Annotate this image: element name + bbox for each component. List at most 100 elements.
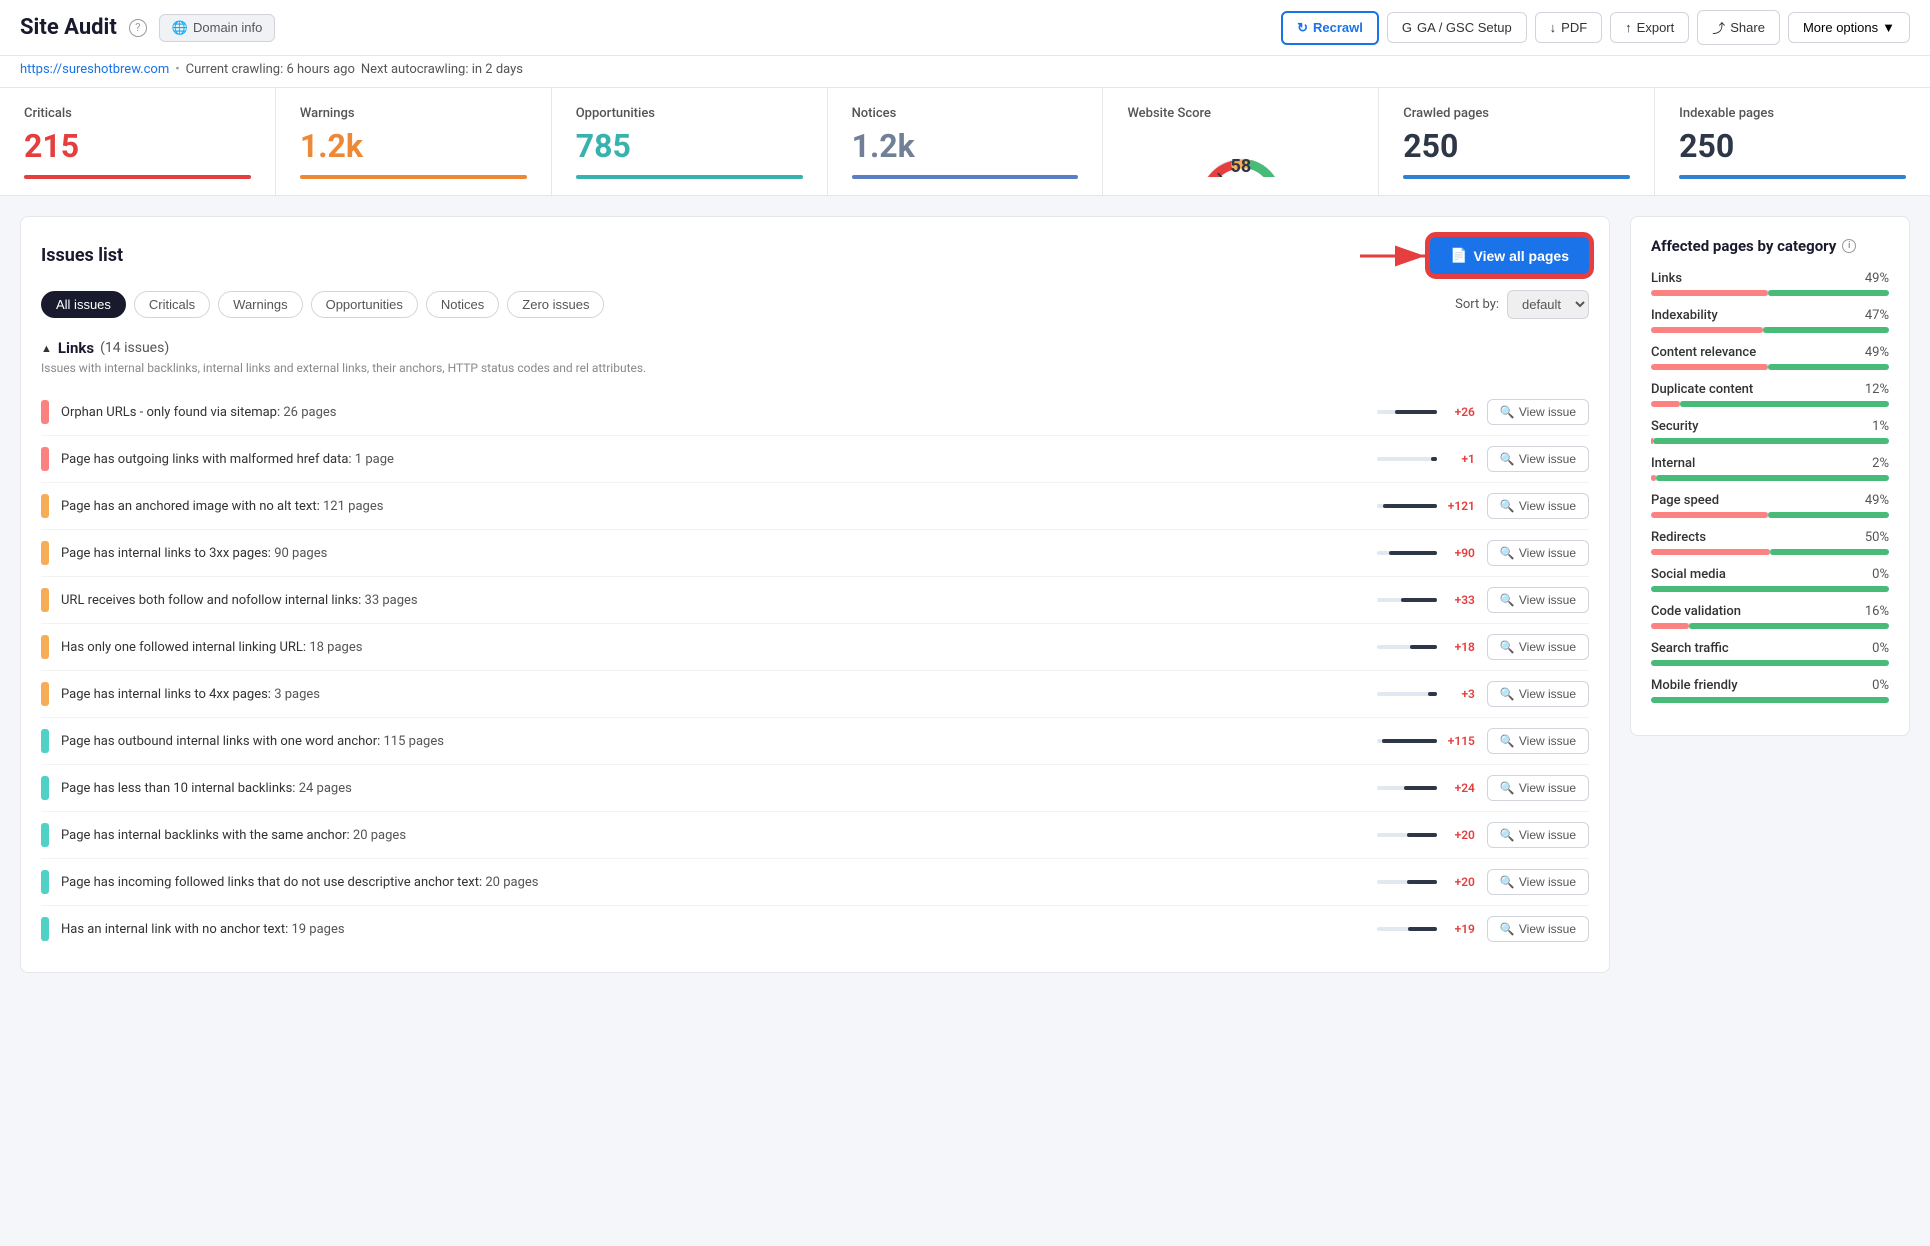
- table-row: Has an internal link with no anchor text…: [41, 906, 1589, 952]
- export-button[interactable]: ↑ Export: [1610, 12, 1689, 43]
- category-pct: 49%: [1865, 271, 1889, 286]
- affected-row-header: Page speed 49%: [1651, 493, 1889, 508]
- list-item: Internal 2%: [1651, 456, 1889, 481]
- tab-opportunities[interactable]: Opportunities: [311, 291, 418, 318]
- delta-bar: [1377, 739, 1437, 743]
- crawled-pages-label: Crawled pages: [1403, 106, 1630, 121]
- main-content: Issues list 📄 View all pages: [0, 196, 1930, 993]
- bar-track: [1651, 549, 1889, 555]
- delta-bar: [1377, 692, 1437, 696]
- section-desc: Issues with internal backlinks, internal…: [41, 361, 1589, 375]
- issue-text: Page has internal links to 4xx pages: 3 …: [61, 687, 1377, 702]
- issue-delta: +24: [1377, 781, 1475, 795]
- section-chevron[interactable]: ▲: [41, 342, 52, 355]
- bar-green: [1689, 623, 1889, 629]
- search-icon: 🔍: [1500, 405, 1515, 419]
- notices-card[interactable]: Notices 1.2k: [828, 88, 1104, 195]
- opportunities-card[interactable]: Opportunities 785: [552, 88, 828, 195]
- delta-bar: [1377, 786, 1437, 790]
- view-issue-button[interactable]: 🔍 View issue: [1487, 869, 1589, 895]
- delta-bar: [1377, 598, 1437, 602]
- affected-row-header: Security 1%: [1651, 419, 1889, 434]
- view-issue-button[interactable]: 🔍 View issue: [1487, 916, 1589, 942]
- help-icon[interactable]: ?: [129, 19, 147, 37]
- view-issue-button[interactable]: 🔍 View issue: [1487, 775, 1589, 801]
- issue-delta: +19: [1377, 922, 1475, 936]
- view-all-pages-button[interactable]: 📄 View all pages: [1430, 237, 1589, 274]
- issue-delta: +26: [1377, 405, 1475, 419]
- tab-warnings[interactable]: Warnings: [218, 291, 302, 318]
- sort-select[interactable]: default: [1507, 290, 1589, 319]
- view-issue-button[interactable]: 🔍 View issue: [1487, 587, 1589, 613]
- category-pct: 16%: [1865, 604, 1889, 619]
- category-label: Security: [1651, 419, 1698, 434]
- pdf-icon: ↓: [1550, 20, 1557, 35]
- bar-track: [1651, 364, 1889, 370]
- bar-track: [1651, 290, 1889, 296]
- tab-zero-issues[interactable]: Zero issues: [507, 291, 604, 318]
- criticals-bar: [24, 175, 251, 179]
- bar-red: [1651, 290, 1768, 296]
- issue-delta: +115: [1377, 734, 1475, 748]
- issue-delta: +90: [1377, 546, 1475, 560]
- view-issue-button[interactable]: 🔍 View issue: [1487, 822, 1589, 848]
- list-item: Mobile friendly 0%: [1651, 678, 1889, 703]
- share-button[interactable]: ⤴ Share: [1697, 10, 1780, 45]
- header: Site Audit ? 🌐 Domain info ↻ Recrawl G G…: [0, 0, 1930, 56]
- pdf-button[interactable]: ↓ PDF: [1535, 12, 1603, 43]
- delta-bar: [1377, 927, 1437, 931]
- search-icon: 🔍: [1500, 781, 1515, 795]
- recrawl-button[interactable]: ↻ Recrawl: [1281, 11, 1379, 45]
- site-url-link[interactable]: https://sureshotbrew.com: [20, 62, 169, 77]
- category-pct: 1%: [1872, 419, 1889, 434]
- issue-text: Page has internal links to 3xx pages: 90…: [61, 546, 1377, 561]
- tab-notices[interactable]: Notices: [426, 291, 499, 318]
- delta-bar: [1377, 645, 1437, 649]
- category-label: Mobile friendly: [1651, 678, 1738, 693]
- affected-row-header: Internal 2%: [1651, 456, 1889, 471]
- delta-bar: [1377, 833, 1437, 837]
- category-label: Page speed: [1651, 493, 1719, 508]
- delta-bar-fill: [1401, 598, 1437, 602]
- list-item: Code validation 16%: [1651, 604, 1889, 629]
- delta-value: +115: [1445, 734, 1475, 748]
- view-issue-button[interactable]: 🔍 View issue: [1487, 728, 1589, 754]
- more-options-button[interactable]: More options ▼: [1788, 12, 1910, 43]
- tab-all-issues[interactable]: All issues: [41, 291, 126, 318]
- affected-row-header: Links 49%: [1651, 271, 1889, 286]
- ga-gsc-button[interactable]: G GA / GSC Setup: [1387, 12, 1527, 43]
- tab-criticals[interactable]: Criticals: [134, 291, 210, 318]
- issue-indicator: [41, 729, 49, 753]
- view-issue-button[interactable]: 🔍 View issue: [1487, 681, 1589, 707]
- issue-text: URL receives both follow and nofollow in…: [61, 593, 1377, 608]
- notices-value: 1.2k: [852, 127, 1079, 165]
- search-icon: 🔍: [1500, 687, 1515, 701]
- affected-title: Affected pages by category i: [1651, 237, 1889, 255]
- view-issue-button[interactable]: 🔍 View issue: [1487, 493, 1589, 519]
- info-icon[interactable]: i: [1842, 239, 1856, 253]
- domain-info-button[interactable]: 🌐 Domain info: [159, 14, 276, 42]
- table-row: Page has an anchored image with no alt t…: [41, 483, 1589, 530]
- crawled-pages-card[interactable]: Crawled pages 250: [1379, 88, 1655, 195]
- issues-list: Orphan URLs - only found via sitemap: 26…: [41, 389, 1589, 952]
- bar-green: [1768, 512, 1889, 518]
- indexable-pages-card[interactable]: Indexable pages 250: [1655, 88, 1930, 195]
- opportunities-value: 785: [576, 127, 803, 165]
- view-issue-button[interactable]: 🔍 View issue: [1487, 446, 1589, 472]
- affected-row-header: Duplicate content 12%: [1651, 382, 1889, 397]
- bar-green: [1651, 586, 1889, 592]
- category-pct: 12%: [1865, 382, 1889, 397]
- issue-delta: +1: [1377, 452, 1475, 466]
- view-issue-button[interactable]: 🔍 View issue: [1487, 634, 1589, 660]
- table-row: Has only one followed internal linking U…: [41, 624, 1589, 671]
- criticals-card[interactable]: Criticals 215: [0, 88, 276, 195]
- view-issue-button[interactable]: 🔍 View issue: [1487, 399, 1589, 425]
- view-issue-button[interactable]: 🔍 View issue: [1487, 540, 1589, 566]
- search-icon: 🔍: [1500, 922, 1515, 936]
- category-label: Internal: [1651, 456, 1695, 471]
- bar-green: [1651, 660, 1889, 666]
- warnings-card[interactable]: Warnings 1.2k: [276, 88, 552, 195]
- table-row: Page has internal links to 4xx pages: 3 …: [41, 671, 1589, 718]
- category-pct: 0%: [1872, 567, 1889, 582]
- website-score-card[interactable]: Website Score 58: [1103, 88, 1379, 195]
